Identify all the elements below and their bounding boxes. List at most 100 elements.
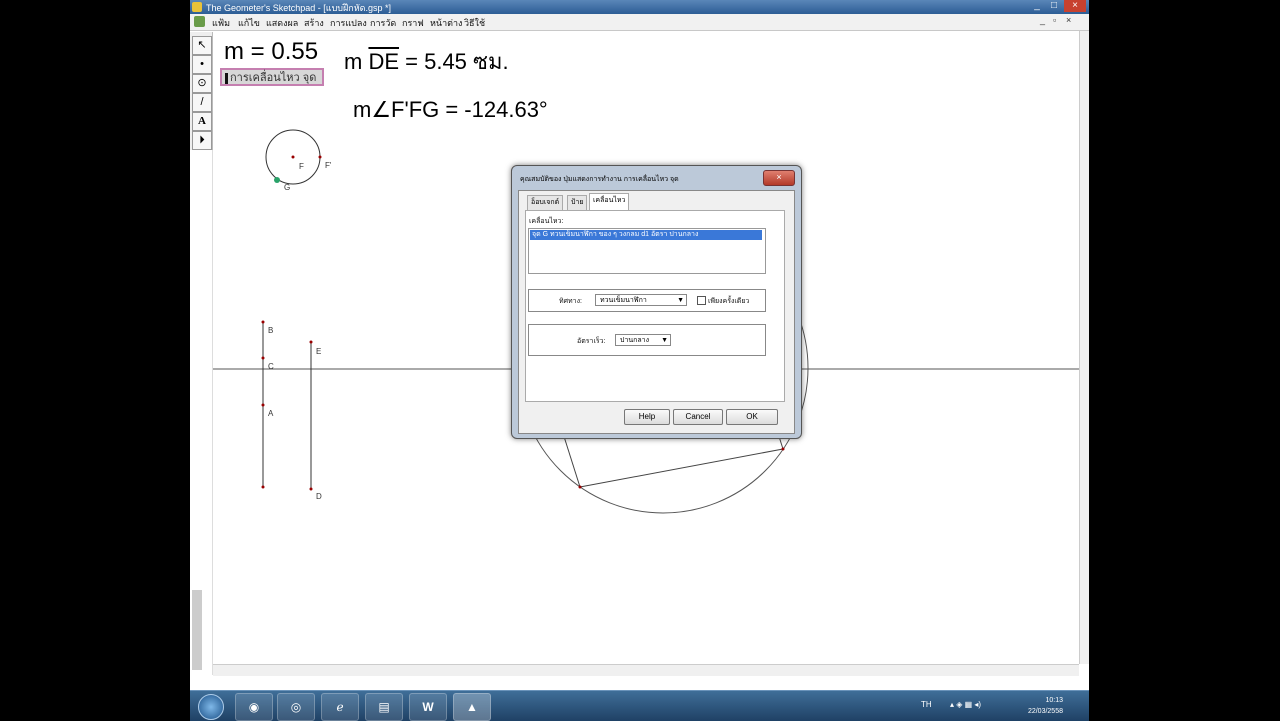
left-scroll-gutter (190, 150, 213, 675)
taskbar: ◉ ◎ ℯ ▤ W ▲ TH ▴ ◈ ▦ ◂) 10:13 22/03/2558 (190, 690, 1089, 721)
motion-list-item[interactable]: จุด G ทวนเข็มนาฬิกา ของ ๆ วงกลม d1 อัตรา… (530, 230, 762, 240)
dialog-close-button[interactable]: × (763, 170, 795, 186)
label-d: D (316, 492, 322, 501)
tab-motion[interactable]: เคลื่อนไหว (589, 193, 630, 210)
point-a (261, 403, 265, 407)
measure-de[interactable]: m DE = 5.45 ซม. (344, 44, 509, 79)
angle-measure[interactable]: m∠F'FG = -124.63° (353, 97, 548, 123)
sketchpad-taskbar-icon[interactable]: ▲ (453, 693, 491, 721)
arrow-tool[interactable]: ↖ (192, 36, 212, 55)
motion-button-handle (225, 72, 228, 84)
menu-transform[interactable]: การแปลง (330, 16, 367, 30)
start-button[interactable] (198, 694, 224, 720)
clock-time: 10:13 (1045, 697, 1063, 704)
chrome-taskbar-icon[interactable]: ◉ (235, 693, 273, 721)
label-c: C (268, 362, 274, 371)
label-g: G (284, 183, 291, 192)
menu-window[interactable]: หน้าต่าง (430, 16, 462, 30)
menu-measure[interactable]: การวัด (370, 16, 396, 30)
tab-object[interactable]: อ็อบเจกต์ (527, 195, 564, 210)
direction-arrow-icon: ▼ (677, 297, 684, 304)
doc-minimize-button[interactable]: _ (1040, 15, 1045, 25)
motion-list-label: เคลื่อนไหว: (529, 218, 564, 225)
direction-value: ทวนเข็มนาฬิกา (600, 297, 647, 304)
menu-display[interactable]: แสดงผล (266, 16, 298, 30)
once-only-checkbox[interactable] (697, 296, 706, 305)
point-a-end (261, 485, 265, 489)
minimize-button[interactable]: _ (1030, 0, 1044, 12)
ok-button[interactable]: OK (726, 409, 778, 425)
direction-label: ทิศทาง: (559, 298, 582, 305)
point-on-circle-1 (578, 485, 582, 489)
properties-dialog: คุณสมบัติของ ปุ่มแสดงการทำงาน การเคลื่อน… (511, 165, 802, 439)
measure-de-segment: DE (368, 49, 400, 74)
label-b: B (268, 326, 274, 335)
speed-select[interactable]: ปานกลาง ▼ (615, 334, 671, 346)
tray-icons[interactable]: ▴ ◈ ▦ ◂) (950, 700, 981, 709)
point-b (261, 320, 265, 324)
menu-file[interactable]: แฟ้ม (212, 16, 230, 30)
label-e: E (316, 347, 322, 356)
clock-date: 22/03/2558 (1027, 708, 1063, 715)
menu-edit[interactable]: แก้ไข (238, 16, 260, 30)
speed-label: อัตราเร็ว: (577, 338, 606, 345)
custom-tool[interactable]: ⏵ (192, 131, 212, 150)
point-tool[interactable]: • (192, 55, 212, 74)
help-button[interactable]: Help (624, 409, 670, 425)
menu-help[interactable]: วิธีใช้ (464, 16, 485, 30)
measure-de-prefix: m (344, 49, 363, 74)
dialog-body: อ็อบเจกต์ ป้าย เคลื่อนไหว เคลื่อนไหว: จุ… (518, 190, 795, 434)
direction-group: ทิศทาง: ทวนเข็มนาฬิกา ▼ เพียงครั้งเดียว (528, 289, 766, 312)
point-e (309, 340, 313, 344)
motion-panel: เคลื่อนไหว: จุด G ทวนเข็มนาฬิกา ของ ๆ วง… (525, 210, 785, 402)
label-f-prime: F' (325, 161, 332, 170)
motion-listbox[interactable]: จุด G ทวนเข็มนาฬิกา ของ ๆ วงกลม d1 อัตรา… (528, 228, 766, 274)
speed-arrow-icon: ▼ (661, 337, 668, 344)
motion-button[interactable]: การเคลื่อนไหว จุด (220, 68, 324, 86)
ie-taskbar-icon[interactable]: ℯ (321, 693, 359, 721)
sketchpad-window: The Geometer's Sketchpad - [แบบฝึกหัด.gs… (190, 0, 1089, 720)
document-icon (194, 16, 205, 27)
horizontal-scrollbar[interactable] (213, 664, 1079, 676)
close-button[interactable]: × (1064, 0, 1086, 12)
firefox-taskbar-icon[interactable]: ◎ (277, 693, 315, 721)
point-g (274, 177, 280, 183)
once-only-label: เพียงครั้งเดียว (708, 298, 750, 305)
doc-restore-button[interactable]: ▫ (1053, 15, 1056, 25)
label-a: A (268, 409, 274, 418)
point-d (309, 487, 313, 491)
tray-language[interactable]: TH (921, 700, 932, 709)
direction-select[interactable]: ทวนเข็มนาฬิกา ▼ (595, 294, 687, 306)
parameter-m[interactable]: m = 0.55 (224, 38, 318, 66)
motion-button-label: การเคลื่อนไหว จุด (230, 72, 317, 84)
point-f (291, 155, 295, 159)
point-on-circle-2 (781, 447, 785, 451)
gutter-scrollbar[interactable] (192, 590, 202, 670)
speed-group: อัตราเร็ว: ปานกลาง ▼ (528, 324, 766, 356)
maximize-button[interactable]: □ (1047, 0, 1061, 12)
explorer-taskbar-icon[interactable]: ▤ (365, 693, 403, 721)
app-icon (192, 2, 202, 12)
clock[interactable]: 10:13 22/03/2558 (1028, 695, 1063, 717)
label-f: F (299, 162, 304, 171)
text-tool[interactable]: A (192, 112, 212, 131)
point-f-prime (318, 155, 322, 159)
point-c (261, 356, 265, 360)
title-bar: The Geometer's Sketchpad - [แบบฝึกหัด.gs… (190, 0, 1089, 14)
doc-close-button[interactable]: × (1066, 15, 1071, 25)
measure-de-value: = 5.45 ซม. (405, 49, 509, 74)
chord-2 (579, 448, 784, 488)
speed-value: ปานกลาง (620, 337, 650, 344)
vertical-scrollbar[interactable] (1079, 31, 1089, 664)
menu-graph[interactable]: กราฟ (402, 16, 424, 30)
straightedge-tool[interactable]: / (192, 93, 212, 112)
toolbox: ↖ • ⊙ / A ⏵ (190, 32, 213, 150)
tab-label[interactable]: ป้าย (567, 195, 588, 210)
window-title: The Geometer's Sketchpad - [แบบฝึกหัด.gs… (206, 3, 392, 13)
menu-bar: แฟ้ม แก้ไข แสดงผล สร้าง การแปลง การวัด ก… (190, 14, 1089, 31)
menu-construct[interactable]: สร้าง (304, 16, 324, 30)
dialog-title: คุณสมบัติของ ปุ่มแสดงการทำงาน การเคลื่อน… (520, 176, 679, 183)
cancel-button[interactable]: Cancel (673, 409, 723, 425)
word-taskbar-icon[interactable]: W (409, 693, 447, 721)
compass-tool[interactable]: ⊙ (192, 74, 212, 93)
